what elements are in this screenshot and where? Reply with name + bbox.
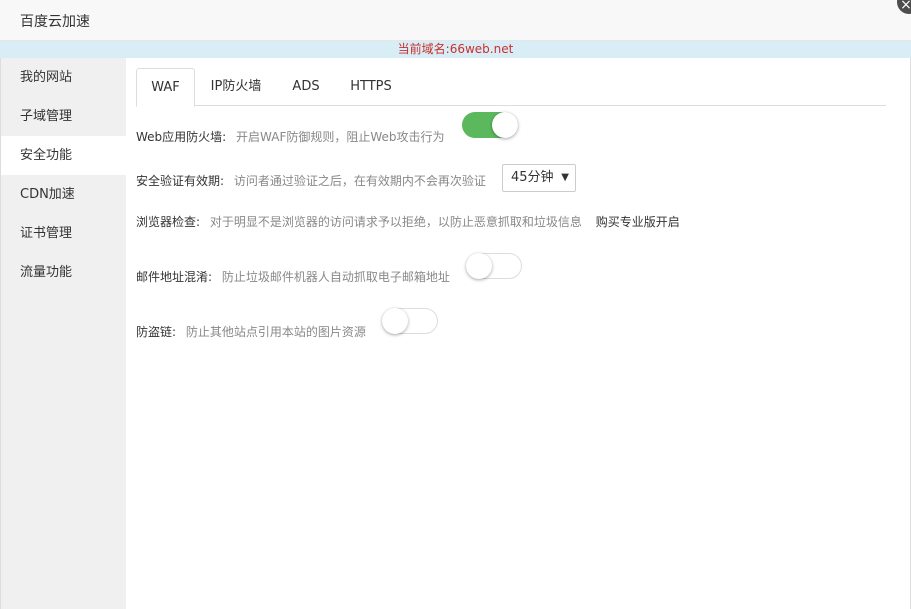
sidebar-item-certificates[interactable]: 证书管理 (1, 214, 126, 253)
email-obfuscation-label: 邮件地址混淆: (136, 270, 213, 284)
sidebar-item-label: 我的网站 (20, 70, 73, 85)
email-obfuscation-row: 邮件地址混淆: 防止垃圾邮件机器人自动抓取电子邮箱地址 (136, 268, 450, 285)
sidebar-item-label: 流量功能 (20, 265, 73, 280)
hotlink-row: 防盗链: 防止其他站点引用本站的图片资源 (136, 323, 366, 340)
close-button[interactable]: × (897, 0, 911, 14)
tab-https[interactable]: HTTPS (346, 68, 396, 106)
hotlink-description: 防止其他站点引用本站的图片资源 (185, 325, 366, 339)
current-domain-bar: 当前域名:66web.net (0, 41, 911, 58)
verify-duration-value: 45分钟 (511, 170, 554, 185)
buy-pro-link[interactable]: 购买专业版开启 (596, 215, 680, 229)
hotlink-toggle[interactable] (382, 308, 438, 334)
verify-duration-select[interactable]: 45分钟 ▼ (502, 164, 576, 192)
tab-ads[interactable]: ADS (284, 68, 328, 106)
verify-label: 安全验证有效期: (136, 174, 225, 188)
main-panel: WAF IP防火墙 ADS HTTPS Web应用防火墙: 开启WAF防御规则，… (126, 58, 911, 609)
caret-down-icon: ▼ (561, 172, 569, 183)
sidebar-item-cdn[interactable]: CDN加速 (1, 175, 126, 214)
hotlink-label: 防盗链: (136, 325, 177, 339)
browser-check-row: 浏览器检查: 对于明显不是浏览器的访问请求予以拒绝，以防止恶意抓取和垃圾信息 购… (136, 213, 680, 230)
waf-row: Web应用防火墙: 开启WAF防御规则，阻止Web攻击行为 (136, 128, 445, 145)
toggle-knob (492, 112, 518, 138)
title-bar: 百度云加速 (0, 0, 911, 41)
waf-description: 开启WAF防御规则，阻止Web攻击行为 (236, 130, 445, 144)
sidebar-item-label: 安全功能 (20, 148, 73, 163)
browser-check-label: 浏览器检查: (136, 215, 201, 229)
sidebar-item-security[interactable]: 安全功能 (1, 136, 126, 175)
sidebar-item-label: CDN加速 (20, 187, 75, 202)
sidebar-item-label: 子域管理 (20, 109, 73, 124)
toggle-knob (382, 308, 408, 334)
browser-check-description: 对于明显不是浏览器的访问请求予以拒绝，以防止恶意抓取和垃圾信息 (209, 215, 582, 229)
waf-label: Web应用防火墙: (136, 130, 227, 144)
sidebar-item-subdomains[interactable]: 子域管理 (1, 97, 126, 136)
email-obfuscation-toggle[interactable] (466, 253, 522, 279)
window-title: 百度云加速 (20, 14, 90, 30)
sidebar-item-traffic[interactable]: 流量功能 (1, 253, 126, 292)
close-icon: × (900, 0, 911, 13)
verify-description: 访问者通过验证之后，在有效期内不会再次验证 (233, 174, 486, 188)
email-obfuscation-description: 防止垃圾邮件机器人自动抓取电子邮箱地址 (221, 270, 450, 284)
waf-toggle[interactable] (462, 112, 518, 138)
toggle-knob (466, 253, 492, 279)
sidebar-item-label: 证书管理 (20, 226, 73, 241)
sidebar: 我的网站 子域管理 安全功能 CDN加速 证书管理 流量功能 (0, 58, 126, 609)
tab-bar: WAF IP防火墙 ADS HTTPS (136, 68, 886, 107)
sidebar-item-my-sites[interactable]: 我的网站 (1, 58, 126, 97)
verify-row: 安全验证有效期: 访问者通过验证之后，在有效期内不会再次验证 (136, 172, 486, 189)
tab-waf[interactable]: WAF (136, 68, 195, 107)
current-domain-text: 当前域名:66web.net (397, 42, 514, 56)
tab-ip-firewall[interactable]: IP防火墙 (198, 68, 274, 106)
